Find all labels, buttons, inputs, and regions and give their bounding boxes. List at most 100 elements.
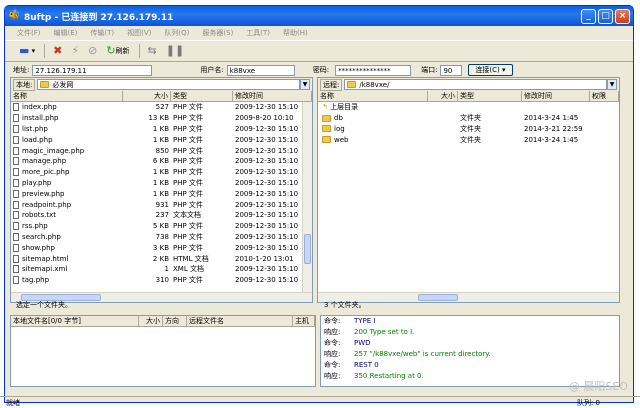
file-icon xyxy=(13,103,19,112)
reconnect-button[interactable]: ⚡ xyxy=(71,45,79,57)
file-icon xyxy=(13,178,19,187)
file-type: PHP 文件 xyxy=(173,168,203,177)
menu-queue[interactable]: 队列(Q) xyxy=(164,28,189,38)
file-name: more_pic.php xyxy=(11,167,123,177)
table-row[interactable]: play.php 1 KB PHP 文件 2009-12-30 15:10 xyxy=(11,178,312,189)
table-row[interactable]: robots.txt 237 文本文档 2009-12-30 15:10 xyxy=(11,210,312,221)
queue-col-direction[interactable]: 方向 xyxy=(163,316,187,326)
local-col-type[interactable]: 类型 xyxy=(171,91,233,101)
folder-icon xyxy=(40,81,50,88)
table-row[interactable]: tag.php 310 PHP 文件 2009-12-30 15:10 xyxy=(11,275,312,286)
maximize-button[interactable]: □ xyxy=(598,8,613,24)
username-input[interactable]: k88vxe xyxy=(226,64,295,76)
menu-file[interactable]: 文件(F) xyxy=(17,28,41,38)
file-icon xyxy=(13,254,19,263)
menu-bar: 文件(F) 编辑(E) 传输(T) 视图(V) 队列(Q) 服务器(S) 工具(… xyxy=(5,26,633,40)
menu-tools[interactable]: 工具(T) xyxy=(246,28,270,38)
disconnect-button[interactable]: ✖ xyxy=(53,45,62,57)
remote-col-name[interactable]: 名称 xyxy=(318,91,428,101)
folder-icon xyxy=(322,125,331,133)
table-row[interactable]: readpoint.php 931 PHP 文件 2009-12-30 15:10 xyxy=(11,199,312,210)
file-mtime: 2009-12-30 15:10 xyxy=(235,189,299,198)
log-kind: 命令: xyxy=(324,317,341,325)
table-row[interactable]: manage.php 6 KB PHP 文件 2009-12-30 15:10 xyxy=(11,156,312,167)
remote-path-dropdown[interactable]: ▼ xyxy=(607,79,617,90)
message-log[interactable]: 命令: TYPE I 响应: 200 Type set to I. 命令: PWD 响应: 2… xyxy=(320,315,620,387)
queue-col-remote[interactable]: 远程文件名 xyxy=(187,316,293,326)
table-row[interactable]: rss.php 5 KB PHP 文件 2009-12-30 15:10 xyxy=(11,221,312,232)
file-name: play.php xyxy=(11,178,123,188)
file-mtime: 2014-3-21 22:59 xyxy=(524,124,583,133)
table-row[interactable]: more_pic.php 1 KB PHP 文件 2009-12-30 15:10 xyxy=(11,167,312,178)
local-path-input[interactable]: 必发网 xyxy=(37,79,300,90)
close-button[interactable]: × xyxy=(615,8,630,24)
table-row[interactable]: search.php 738 PHP 文件 2009-12-30 15:10 xyxy=(11,232,312,243)
remote-col-size[interactable]: 大小 xyxy=(428,91,458,101)
table-row[interactable]: sitemapi.xml 1 XML 文档 2009-12-30 15:10 xyxy=(11,264,312,275)
local-col-name[interactable]: 名称 xyxy=(11,91,123,101)
local-vertical-scrollbar[interactable] xyxy=(302,102,312,292)
menu-transfer[interactable]: 传输(T) xyxy=(90,28,114,38)
connect-button[interactable]: 连接(C) ▾ xyxy=(468,64,513,76)
minimize-button[interactable]: _ xyxy=(581,8,596,24)
file-type: PHP 文件 xyxy=(173,276,203,285)
menu-view[interactable]: 视图(V) xyxy=(127,28,151,38)
table-row[interactable]: install.php 13 KB PHP 文件 2009-8-20 10:10 xyxy=(11,113,312,124)
local-scroll-thumb[interactable] xyxy=(304,234,311,264)
queue-header: 本地文件名[0/0 字节] 大小 方向 远程文件名 主机 xyxy=(11,316,315,327)
menu-edit[interactable]: 编辑(E) xyxy=(54,28,78,38)
local-path-label: 本地: xyxy=(13,78,36,91)
connect-label: 连接(C) xyxy=(475,66,500,74)
file-icon xyxy=(13,157,19,166)
site-manager-button[interactable]: ▬ ▾ xyxy=(19,45,35,57)
transfer-button[interactable]: ⇆ xyxy=(148,45,157,57)
title-bar[interactable]: 🐝 8uftp - 已连接到 27.126.179.11 _ □ × xyxy=(5,6,633,26)
queue-col-host[interactable]: 主机 xyxy=(293,316,315,326)
stop-button[interactable]: ⊘ xyxy=(88,45,97,57)
table-row[interactable]: load.php 1 KB PHP 文件 2009-12-30 15:10 xyxy=(11,134,312,145)
log-kind: 响应: xyxy=(324,328,341,336)
log-message: PWD xyxy=(354,339,371,347)
file-type: PHP 文件 xyxy=(173,232,203,241)
queue-col-size[interactable]: 大小 xyxy=(139,316,163,326)
file-type: PHP 文件 xyxy=(173,114,203,123)
file-icon xyxy=(13,232,19,241)
table-row[interactable]: sitemap.html 2 KB HTML 文档 2010-1-20 13:01 xyxy=(11,253,312,264)
table-row[interactable]: list.php 1 KB PHP 文件 2009-12-30 15:10 xyxy=(11,124,312,135)
parent-directory-row[interactable]: ↰ 上层目录 xyxy=(318,102,619,113)
file-mtime: 2009-12-30 15:10 xyxy=(235,232,299,241)
table-row[interactable]: db 文件夹 2014-3-24 1:45 xyxy=(318,113,619,124)
refresh-button[interactable]: ↻ 刷新 xyxy=(106,45,129,57)
local-col-size[interactable]: 大小 xyxy=(123,91,171,101)
menu-server[interactable]: 服务器(S) xyxy=(202,28,233,38)
remote-file-list[interactable]: ↰ 上层目录 db 文件夹 2014-3-24 1:45 log 文件夹 2014-3-2… xyxy=(318,102,619,292)
remote-pane: 远程: /k88vxe/ ▼ 名称 大小 类型 修改时间 权限 ↰ 上层目录 d… xyxy=(317,77,620,303)
remote-col-type[interactable]: 类型 xyxy=(458,91,522,101)
local-path-dropdown[interactable]: ▼ xyxy=(300,79,310,90)
table-row[interactable]: magic_image.php 850 PHP 文件 2009-12-30 15:10 xyxy=(11,145,312,156)
file-type: PHP 文件 xyxy=(173,146,203,155)
parent-directory-label: 上层目录 xyxy=(330,103,359,112)
local-file-list[interactable]: index.php 527 PHP 文件 2009-12-30 15:10 instal… xyxy=(11,102,312,292)
remote-col-perm[interactable]: 权限 xyxy=(590,91,619,101)
remote-path-input[interactable]: /k88vxe/ xyxy=(344,79,607,90)
table-row[interactable]: web 文件夹 2014-3-24 1:45 xyxy=(318,134,619,145)
pause-button[interactable]: ❚❚ xyxy=(166,45,184,57)
toolbar-separator xyxy=(44,44,46,58)
queue-col-local[interactable]: 本地文件名[0/0 字节] xyxy=(11,316,139,326)
local-col-mtime[interactable]: 修改时间 xyxy=(233,91,312,101)
table-row[interactable]: index.php 527 PHP 文件 2009-12-30 15:10 xyxy=(11,102,312,113)
address-input[interactable]: 27.126.179.11 xyxy=(32,64,153,76)
transfer-queue[interactable]: 本地文件名[0/0 字节] 大小 方向 远程文件名 主机 xyxy=(10,315,316,387)
remote-col-mtime[interactable]: 修改时间 xyxy=(522,91,590,101)
file-mtime: 2009-8-20 10:10 xyxy=(235,114,294,123)
table-row[interactable]: show.php 3 KB PHP 文件 2009-12-30 15:10 xyxy=(11,242,312,253)
password-input[interactable]: *************** xyxy=(335,64,412,76)
table-row[interactable]: preview.php 1 KB PHP 文件 2009-12-30 15:10 xyxy=(11,188,312,199)
file-size: 1 KB xyxy=(152,189,169,198)
log-message: 350 Restarting at 0. xyxy=(354,372,424,380)
table-row[interactable]: log 文件夹 2014-3-21 22:59 xyxy=(318,124,619,135)
remote-hscroll-thumb[interactable] xyxy=(418,294,458,301)
port-input[interactable]: 90 xyxy=(440,64,463,76)
menu-help[interactable]: 帮助(H) xyxy=(283,28,308,38)
